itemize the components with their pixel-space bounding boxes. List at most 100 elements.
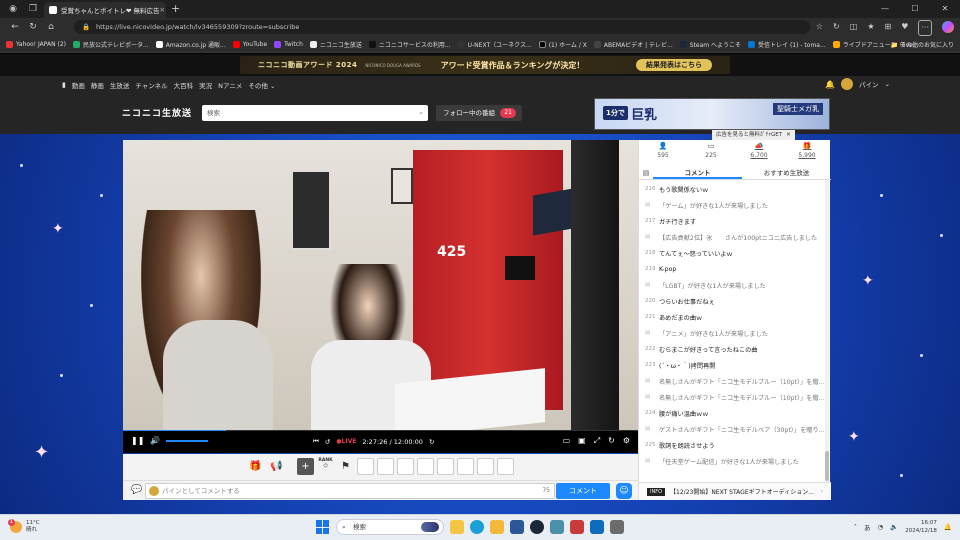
app-icon[interactable] [570,520,584,534]
comment-row[interactable]: ▤ ゲストさんがギフト「ニコ生モデルベア（30pt）」を贈りました [639,421,825,437]
flag-icon[interactable]: ⚑ [337,458,354,475]
comment-row[interactable]: 225 歌詞を朗読させよう [639,437,825,453]
comment-row[interactable]: ▤ 【広告貢献2位】氷 さんが100ptニコニ広告しました [639,229,825,245]
nav-item-live[interactable]: 生放送 [110,80,130,90]
reload-icon[interactable]: ↻ [608,436,615,446]
nav-item-more[interactable]: その他 ⌄ [248,80,275,90]
more-menu-icon[interactable]: ··· [918,20,932,36]
maximize-icon[interactable]: ☐ [900,0,930,18]
comment-row[interactable]: ▤ 「ゲーム」が好きな1人が来場しました [639,197,825,213]
comment-row[interactable]: 216 もう歌関係ないｗ [639,181,825,197]
nav-item-jikkyo[interactable]: 実況 [199,80,212,90]
comment-toggle-icon[interactable]: ▭ [563,436,571,446]
award-result-button[interactable]: 結果発表はこちら [636,59,712,71]
nav-item-anime[interactable]: Nアニメ [218,80,242,90]
comment-row[interactable]: 222 むらまこが好きって言ったねこの曲 [639,341,825,357]
pause-icon[interactable]: ❚❚ [131,436,144,445]
add-item-button[interactable]: + [297,458,314,475]
send-comment-button[interactable]: コメント [556,483,610,499]
bell-icon[interactable]: 🔔 [825,80,835,89]
bookmark-item[interactable]: ABEMAビデオ | テレビ... [593,40,673,49]
ad-banner[interactable]: 1分で 巨乳 聖騎士メガ乳 [594,98,830,130]
bookmark-item[interactable]: Steam へようこそ [679,40,741,49]
browser-tab[interactable]: 受賞ちゃんとボイトレ❤ 無料広告 ✕ [44,2,166,18]
minimize-icon[interactable]: — [870,0,900,18]
bookmark-item[interactable]: YouTube [232,40,267,48]
tab-recommended[interactable]: おすすめ生放送 [742,166,831,179]
comment-list[interactable]: 216 もう歌関係ないｗ ▤ 「ゲーム」が好きな1人が来場しました 217 ガチ行きます ▤… [639,181,825,482]
explorer-app-icon[interactable] [490,520,504,534]
nav-item-seiga[interactable]: 静画 [91,80,104,90]
comment-row[interactable]: 218 てんてぇ～怒っていいよｗ [639,245,825,261]
search-input[interactable]: 検索 ⌕ [202,105,428,121]
item-slot[interactable] [357,458,374,475]
item-slot[interactable] [457,458,474,475]
comment-row[interactable]: ▤ 「アニメ」が好きな1人が来場しました [639,325,825,341]
nav-item-video[interactable]: 動画 [72,80,85,90]
bookmark-item[interactable]: 受信トレイ (1) - toma... [748,40,826,49]
outlook-app-icon[interactable] [590,520,604,534]
bookmark-item[interactable]: Yahoo! JAPAN (2) [6,40,66,48]
item-slot[interactable] [437,458,454,475]
award-banner-link[interactable]: ニコニコ動画アワード 2024 NICONICO DOUGA AWARDS アワ… [240,56,730,74]
settings-app-icon[interactable] [610,520,624,534]
gift-icon[interactable]: 🎁 [247,458,264,475]
video-player[interactable]: 425 [123,140,638,430]
item-slot[interactable] [377,458,394,475]
gift-points-stat[interactable]: 🎁 5,990 [783,140,831,162]
new-tab-icon[interactable]: + [171,2,180,15]
favorite-star-icon[interactable]: ☆ [816,20,823,36]
close-ad-icon[interactable]: ✕ [786,132,791,138]
forward-icon[interactable]: ↻ [429,438,434,446]
refresh-page-icon[interactable]: ↻ [833,20,840,36]
comment-input[interactable]: パインとしてコメントする 75 [145,483,555,499]
refresh-icon[interactable]: ↻ [24,22,42,32]
bookmark-item[interactable]: 民放公式テレビポータ... [72,40,149,49]
wifi-icon[interactable]: ◔ [877,523,883,531]
comment-row[interactable]: 224 腰が痛い温曲ｗｗ [639,405,825,421]
windows-start-icon[interactable] [316,520,330,534]
copilot-app-icon[interactable] [450,520,464,534]
item-slot[interactable] [397,458,414,475]
speaker-icon[interactable]: 🔈 [890,523,898,531]
volume-icon[interactable]: 🔊 [150,436,160,445]
comment-row[interactable]: ▤ 名無しさんがギフト「ニコ生モデルブルー（10pt）」を贈りました [639,389,825,405]
bookmark-item[interactable]: (1) ホーム / X [538,40,587,49]
tab-close-icon[interactable]: ✕ [160,6,165,14]
comment-row[interactable]: ▤ 「任天堂ゲーム配信」が好きな1人が来場しました [639,453,825,469]
info-banner[interactable]: INFO 【12/23開始】NEXT STAGEギフトオーディション... › [639,482,831,500]
comment-row[interactable]: 220 つらいお仕事だねぇ [639,293,825,309]
bookmark-item[interactable]: U-NEXT（ユーネクス... [457,40,532,49]
comment-command-icon[interactable]: 💬 [131,485,142,495]
tab-comments[interactable]: コメント [653,166,742,179]
chevron-right-icon[interactable]: › [821,488,823,495]
profile-badge-icon[interactable]: ♥ [901,20,908,36]
rank-button[interactable]: RANK ☺ [317,458,334,475]
avatar[interactable] [841,78,854,90]
home-icon[interactable]: ▮ [62,81,66,89]
collections-icon[interactable]: ⊞ [884,20,891,36]
nav-item-dic[interactable]: 大百科 [174,80,194,90]
rewind-icon[interactable]: ↺ [325,438,330,446]
item-slot[interactable] [477,458,494,475]
notification-icon[interactable]: 🔔 [944,523,952,531]
following-programs-button[interactable]: フォロー中の番組 21 [436,105,522,121]
nav-item-channel[interactable]: チャンネル [135,80,167,90]
home-icon[interactable]: ⌂ [42,22,60,32]
bookmark-item[interactable]: Amazon.co.jp 通販... [155,40,226,49]
announce-icon[interactable]: 📢 [268,458,285,475]
ime-indicator[interactable]: あ [864,522,871,532]
favorites-icon[interactable]: ★ [867,20,874,36]
ad-points-stat[interactable]: 📣 6,700 [735,140,783,162]
bookmark-item[interactable]: ニコニコサービスの利用... [368,40,451,49]
site-logo[interactable]: ニコニコ生放送 [122,106,192,119]
steam-app-icon[interactable] [530,520,544,534]
close-window-icon[interactable]: ✕ [930,0,960,18]
item-slot[interactable] [417,458,434,475]
comment-row[interactable]: 223 (´・ω・｀)拷問再開 [639,357,825,373]
user-menu[interactable]: 🔔 パイン ⌄ [825,78,890,90]
settings-gear-icon[interactable]: ⚙ [623,436,630,446]
volume-slider[interactable] [166,439,209,442]
store-app-icon[interactable] [510,520,524,534]
scroll-thumb[interactable] [825,451,829,481]
